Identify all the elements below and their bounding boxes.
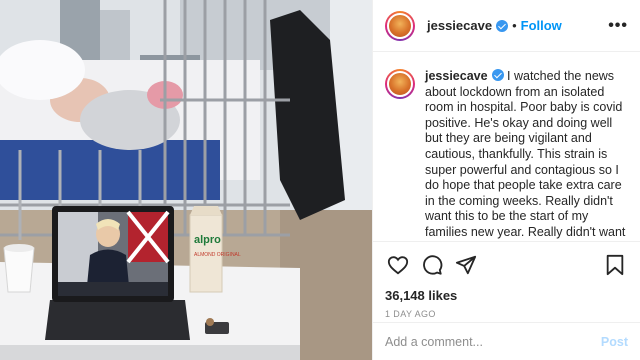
likes-count[interactable]: 36,148 likes bbox=[385, 288, 628, 303]
avatar-image bbox=[387, 12, 413, 39]
post-actions: 36,148 likes 1 DAY AGO bbox=[373, 241, 640, 319]
follow-button[interactable]: Follow bbox=[521, 18, 562, 33]
action-icons-row bbox=[385, 252, 628, 278]
carton-subtitle: ALMOND ORIGINAL bbox=[194, 252, 241, 258]
author-avatar[interactable] bbox=[385, 10, 415, 41]
caption-avatar[interactable] bbox=[385, 69, 415, 99]
more-options-icon[interactable]: ••• bbox=[608, 17, 628, 35]
comment-bar: Post bbox=[373, 322, 640, 360]
post-photo[interactable]: alpro ALMOND ORIGINAL bbox=[0, 0, 372, 360]
caption-username[interactable]: jessiecave bbox=[425, 69, 488, 83]
avatar-image bbox=[387, 71, 413, 97]
verified-badge-icon bbox=[491, 69, 504, 81]
carton-brand: alpro bbox=[194, 234, 221, 246]
heart-icon[interactable] bbox=[385, 252, 411, 278]
comment-icon[interactable] bbox=[419, 252, 445, 278]
post-header: jessiecave • Follow ••• bbox=[373, 0, 640, 52]
caption-section: jessiecave I watched the news about lock… bbox=[373, 53, 640, 241]
instagram-post: alpro ALMOND ORIGINAL jessiecave • Follo… bbox=[0, 0, 640, 360]
bookmark-icon[interactable] bbox=[602, 252, 628, 278]
post-side-panel: jessiecave • Follow ••• jessiecave I wat… bbox=[372, 0, 640, 360]
share-icon[interactable] bbox=[453, 252, 479, 278]
header-separator: • bbox=[512, 18, 517, 33]
caption-text: I watched the news about lockdown from a… bbox=[425, 69, 626, 241]
post-comment-button[interactable]: Post bbox=[601, 335, 628, 349]
comment-input[interactable] bbox=[385, 334, 601, 349]
post-timestamp[interactable]: 1 DAY AGO bbox=[385, 309, 628, 319]
verified-badge-icon bbox=[496, 19, 509, 32]
caption-text-block: jessiecave I watched the news about lock… bbox=[425, 69, 628, 241]
author-username[interactable]: jessiecave bbox=[427, 18, 492, 33]
hospital-scene-illustration: alpro ALMOND ORIGINAL bbox=[0, 0, 372, 360]
